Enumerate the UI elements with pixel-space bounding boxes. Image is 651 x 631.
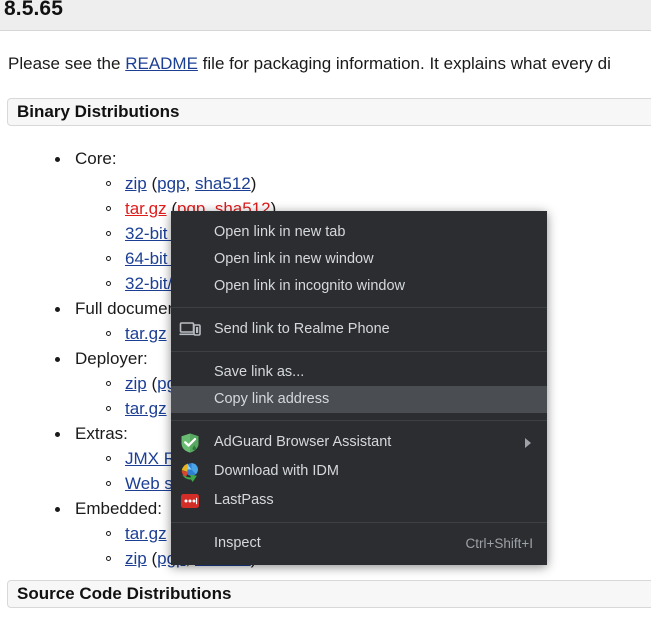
dist-download-link[interactable]: zip bbox=[125, 374, 147, 393]
menu-item-label: Save link as... bbox=[214, 359, 304, 386]
dist-download-link[interactable]: tar.gz bbox=[125, 199, 167, 218]
menu-item-label: Open link in new tab bbox=[214, 219, 345, 246]
menu-item-label: Inspect bbox=[214, 530, 261, 557]
menu-item-label: LastPass bbox=[214, 486, 274, 515]
menu-item-label: AdGuard Browser Assistant bbox=[214, 428, 391, 457]
dist-list-item: zip (pgp, sha512) bbox=[0, 171, 651, 196]
dist-download-link[interactable]: tar.gz bbox=[125, 324, 167, 343]
dist-group-label: Core: bbox=[0, 146, 651, 171]
menu-item-label: Send link to Realme Phone bbox=[214, 315, 390, 344]
menu-item-lastpass[interactable]: LastPass bbox=[171, 486, 547, 515]
section-header-source-distributions: Source Code Distributions bbox=[7, 580, 651, 608]
menu-separator bbox=[171, 351, 547, 352]
menu-item-label: Open link in incognito window bbox=[214, 273, 405, 300]
menu-separator bbox=[171, 522, 547, 523]
dist-signature-link-pgp[interactable]: pgp bbox=[157, 174, 185, 193]
menu-item-send-link-device[interactable]: Send link to Realme Phone bbox=[171, 315, 547, 344]
dist-download-link[interactable]: tar.gz bbox=[125, 524, 167, 543]
menu-item-adguard[interactable]: AdGuard Browser Assistant bbox=[171, 428, 547, 457]
lastpass-icon bbox=[179, 490, 201, 512]
idm-icon bbox=[179, 461, 201, 483]
menu-separator bbox=[171, 420, 547, 421]
version-heading: 8.5.65 bbox=[4, 0, 63, 21]
intro-text-after: file for packaging information. It expla… bbox=[198, 54, 611, 73]
menu-item-copy-link-address[interactable]: Copy link address bbox=[171, 386, 547, 413]
context-menu[interactable]: Open link in new tabOpen link in new win… bbox=[171, 211, 547, 565]
device-icon bbox=[179, 319, 201, 341]
menu-item-inspect[interactable]: Inspect Ctrl+Shift+I bbox=[171, 530, 547, 557]
menu-item-download-idm[interactable]: Download with IDM bbox=[171, 457, 547, 486]
intro-paragraph: Please see the README file for packaging… bbox=[8, 53, 651, 75]
version-heading-bar: 8.5.65 bbox=[0, 0, 651, 31]
dist-download-link[interactable]: zip bbox=[125, 549, 147, 568]
menu-item-label: Open link in new window bbox=[214, 246, 374, 273]
intro-text-before: Please see the bbox=[8, 54, 125, 73]
dist-download-link[interactable]: zip bbox=[125, 174, 147, 193]
menu-item-label: Copy link address bbox=[214, 386, 329, 413]
menu-item-shortcut: Ctrl+Shift+I bbox=[465, 530, 533, 557]
section-header-source-label: Source Code Distributions bbox=[17, 584, 231, 604]
dist-signature-link-sha512[interactable]: sha512 bbox=[195, 174, 251, 193]
menu-item-open-new-tab[interactable]: Open link in new tab bbox=[171, 219, 547, 246]
menu-item-open-new-window[interactable]: Open link in new window bbox=[171, 246, 547, 273]
chevron-right-icon bbox=[525, 438, 531, 448]
section-header-binary-distributions: Binary Distributions bbox=[7, 98, 651, 126]
menu-item-open-incognito[interactable]: Open link in incognito window bbox=[171, 273, 547, 300]
menu-item-label: Download with IDM bbox=[214, 457, 339, 486]
section-header-binary-label: Binary Distributions bbox=[17, 102, 179, 122]
menu-item-save-link-as[interactable]: Save link as... bbox=[171, 359, 547, 386]
readme-link[interactable]: README bbox=[125, 54, 198, 73]
menu-separator bbox=[171, 307, 547, 308]
adguard-icon bbox=[179, 432, 201, 454]
dist-download-link[interactable]: tar.gz bbox=[125, 399, 167, 418]
